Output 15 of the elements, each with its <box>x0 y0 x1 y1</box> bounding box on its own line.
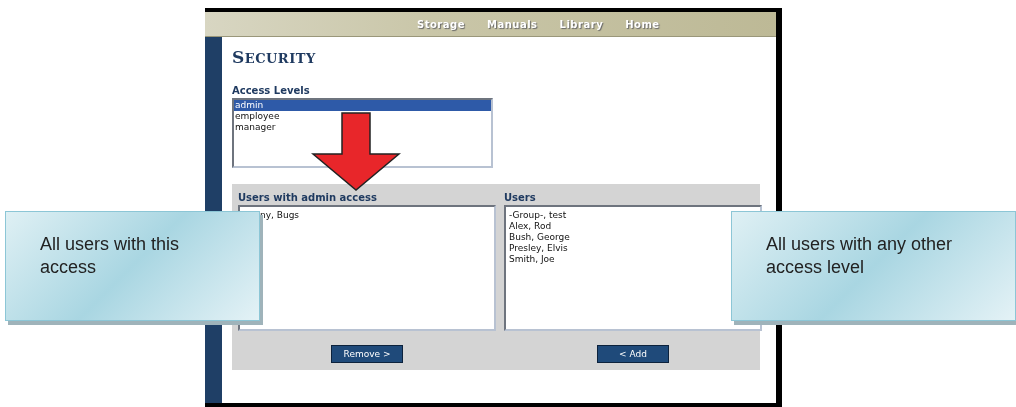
section-label: Users with admin access <box>238 192 377 203</box>
add-button[interactable]: < Add <box>597 345 669 363</box>
list-option[interactable]: admin <box>234 100 491 111</box>
section-label: Access Levels <box>232 85 311 96</box>
list-option[interactable]: manager <box>234 122 491 133</box>
user-list[interactable]: -Group-, test Alex, Rod Bush, George Presley, Elvis Smith, Joe <box>504 205 762 331</box>
list-option[interactable]: -Group-, test <box>508 210 567 221</box>
remove-button[interactable]: Remove > <box>331 345 403 363</box>
list-option[interactable]: employee <box>234 111 491 122</box>
section-label: Users <box>504 192 536 203</box>
list-option[interactable]: Presley, Elvis <box>508 243 568 254</box>
list-option[interactable]: Smith, Joe <box>508 254 555 265</box>
list-option[interactable]: Bush, George <box>508 232 570 243</box>
list-option[interactable]: Alex, Rod <box>508 221 552 232</box>
page-title: SECURITY <box>232 47 317 67</box>
